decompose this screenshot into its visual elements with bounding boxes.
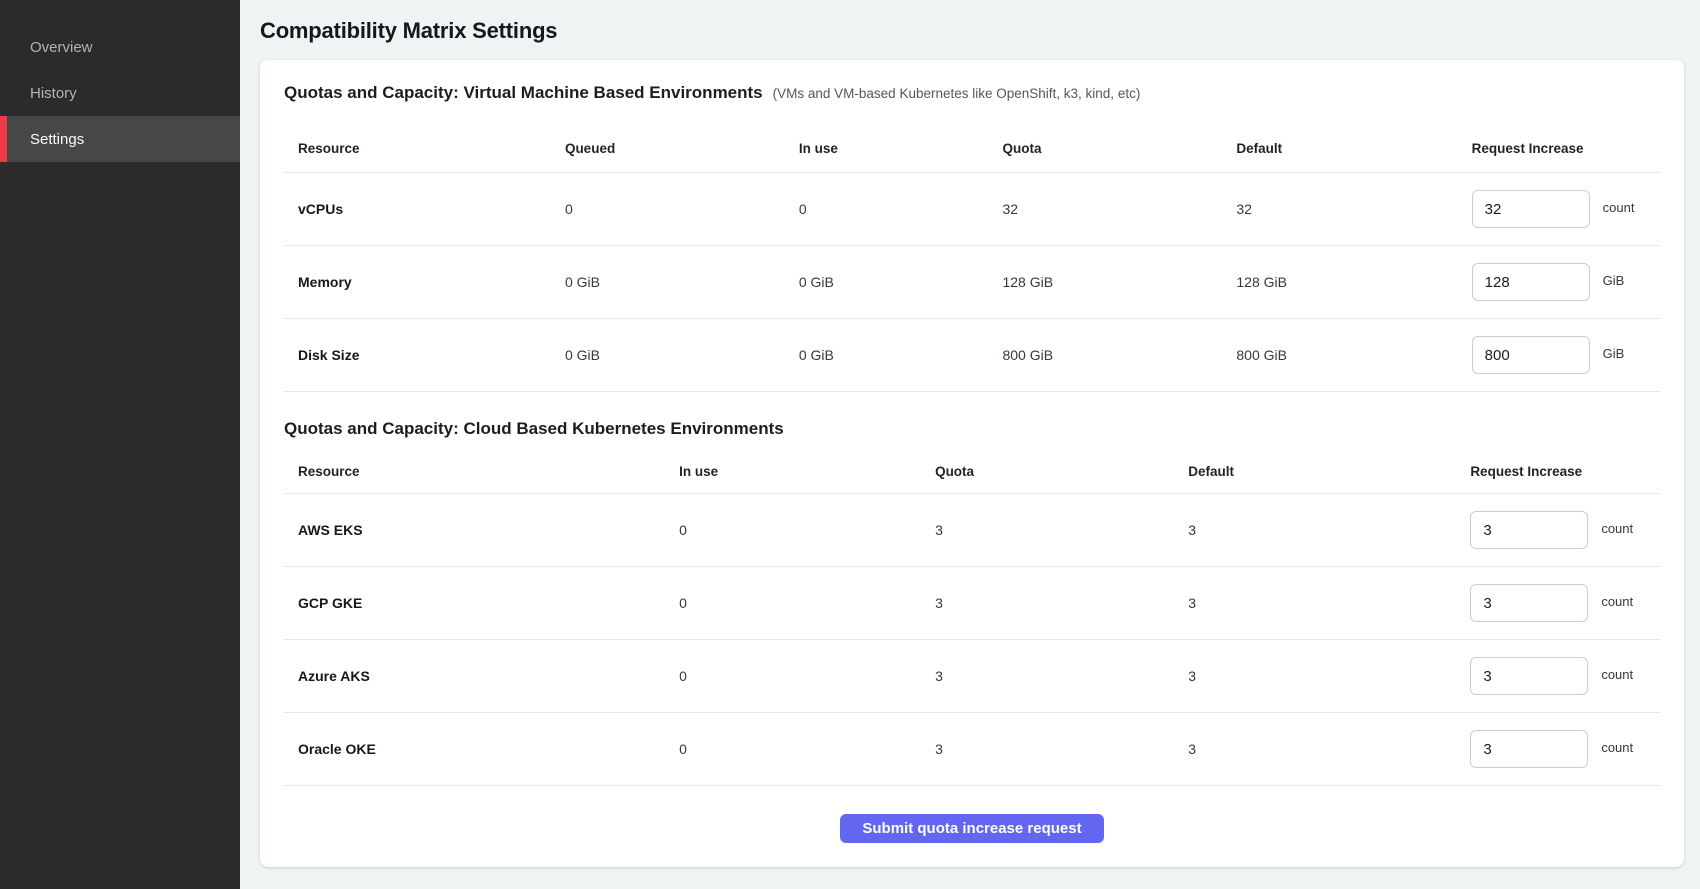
settings-card: Quotas and Capacity: Virtual Machine Bas… xyxy=(260,60,1684,867)
table-row-memory: Memory 0 GiB 0 GiB 128 GiB 128 GiB GiB xyxy=(284,246,1660,319)
unit-label: count xyxy=(1601,740,1633,755)
column-header-request-increase: Request Increase xyxy=(1458,141,1660,156)
page-title: Compatibility Matrix Settings xyxy=(260,0,1684,60)
main-content: Compatibility Matrix Settings Quotas and… xyxy=(240,0,1700,889)
default-value: 128 GiB xyxy=(1222,274,1457,290)
resource-label: Azure AKS xyxy=(284,668,665,684)
sidebar-item-settings[interactable]: Settings xyxy=(0,116,240,162)
sidebar-item-overview[interactable]: Overview xyxy=(0,24,240,70)
default-value: 3 xyxy=(1174,668,1456,684)
disk-size-request-input[interactable] xyxy=(1472,336,1590,374)
quota-value: 128 GiB xyxy=(988,274,1222,290)
table-row-oracle-oke: Oracle OKE 0 3 3 count xyxy=(284,713,1660,786)
column-header-quota: Quota xyxy=(921,464,1174,479)
cloud-section-title: Quotas and Capacity: Cloud Based Kuberne… xyxy=(284,416,784,442)
quota-value: 3 xyxy=(921,595,1174,611)
submit-quota-increase-button[interactable]: Submit quota increase request xyxy=(840,814,1103,843)
default-value: 800 GiB xyxy=(1222,347,1457,363)
aws-eks-request-input[interactable] xyxy=(1470,511,1588,549)
memory-request-input[interactable] xyxy=(1472,263,1590,301)
quota-value: 800 GiB xyxy=(988,347,1222,363)
queued-value: 0 xyxy=(551,201,785,217)
sidebar-item-label: Overview xyxy=(30,39,93,56)
resource-label: Disk Size xyxy=(284,347,551,363)
column-header-resource: Resource xyxy=(284,464,665,479)
sidebar: Overview History Settings xyxy=(0,0,240,889)
table-row-disk-size: Disk Size 0 GiB 0 GiB 800 GiB 800 GiB Gi… xyxy=(284,319,1660,392)
in-use-value: 0 xyxy=(665,668,921,684)
column-header-default: Default xyxy=(1174,464,1456,479)
in-use-value: 0 xyxy=(665,741,921,757)
column-header-queued: Queued xyxy=(551,141,785,156)
cloud-quota-table: Resource In use Quota Default Request In… xyxy=(284,450,1660,786)
default-value: 3 xyxy=(1174,522,1456,538)
column-header-default: Default xyxy=(1222,141,1457,156)
resource-label: vCPUs xyxy=(284,201,551,217)
submit-button-row: Submit quota increase request xyxy=(284,814,1660,843)
unit-label: count xyxy=(1601,521,1633,536)
in-use-value: 0 xyxy=(665,595,921,611)
vm-quota-table: Resource Queued In use Quota Default Req… xyxy=(284,125,1660,392)
sidebar-item-label: History xyxy=(30,85,77,102)
unit-label: GiB xyxy=(1603,273,1625,288)
table-row-vcpus: vCPUs 0 0 32 32 count xyxy=(284,173,1660,246)
default-value: 3 xyxy=(1174,741,1456,757)
vm-section-title: Quotas and Capacity: Virtual Machine Bas… xyxy=(284,80,763,106)
table-row-aws-eks: AWS EKS 0 3 3 count xyxy=(284,494,1660,567)
queued-value: 0 GiB xyxy=(551,347,785,363)
sidebar-item-history[interactable]: History xyxy=(0,70,240,116)
table-row-azure-aks: Azure AKS 0 3 3 count xyxy=(284,640,1660,713)
in-use-value: 0 GiB xyxy=(785,347,989,363)
quota-value: 3 xyxy=(921,668,1174,684)
unit-label: count xyxy=(1601,667,1633,682)
vm-table-header: Resource Queued In use Quota Default Req… xyxy=(284,125,1660,173)
vm-section-heading: Quotas and Capacity: Virtual Machine Bas… xyxy=(284,80,1660,107)
vcpus-request-input[interactable] xyxy=(1472,190,1590,228)
default-value: 3 xyxy=(1174,595,1456,611)
in-use-value: 0 xyxy=(665,522,921,538)
unit-label: count xyxy=(1601,594,1633,609)
column-header-resource: Resource xyxy=(284,141,551,156)
column-header-request-increase: Request Increase xyxy=(1456,464,1660,479)
resource-label: GCP GKE xyxy=(284,595,665,611)
azure-aks-request-input[interactable] xyxy=(1470,657,1588,695)
quota-value: 3 xyxy=(921,741,1174,757)
cloud-table-header: Resource In use Quota Default Request In… xyxy=(284,450,1660,494)
default-value: 32 xyxy=(1222,201,1457,217)
vm-section-subtitle: (VMs and VM-based Kubernetes like OpenSh… xyxy=(773,81,1141,107)
column-header-in-use: In use xyxy=(665,464,921,479)
column-header-quota: Quota xyxy=(988,141,1222,156)
resource-label: AWS EKS xyxy=(284,522,665,538)
queued-value: 0 GiB xyxy=(551,274,785,290)
quota-value: 3 xyxy=(921,522,1174,538)
table-row-gcp-gke: GCP GKE 0 3 3 count xyxy=(284,567,1660,640)
cloud-section-heading: Quotas and Capacity: Cloud Based Kuberne… xyxy=(284,416,1660,442)
gcp-gke-request-input[interactable] xyxy=(1470,584,1588,622)
in-use-value: 0 xyxy=(785,201,989,217)
resource-label: Memory xyxy=(284,274,551,290)
column-header-in-use: In use xyxy=(785,141,989,156)
unit-label: GiB xyxy=(1603,346,1625,361)
resource-label: Oracle OKE xyxy=(284,741,665,757)
oracle-oke-request-input[interactable] xyxy=(1470,730,1588,768)
unit-label: count xyxy=(1603,200,1635,215)
quota-value: 32 xyxy=(988,201,1222,217)
in-use-value: 0 GiB xyxy=(785,274,989,290)
sidebar-item-label: Settings xyxy=(30,131,84,148)
